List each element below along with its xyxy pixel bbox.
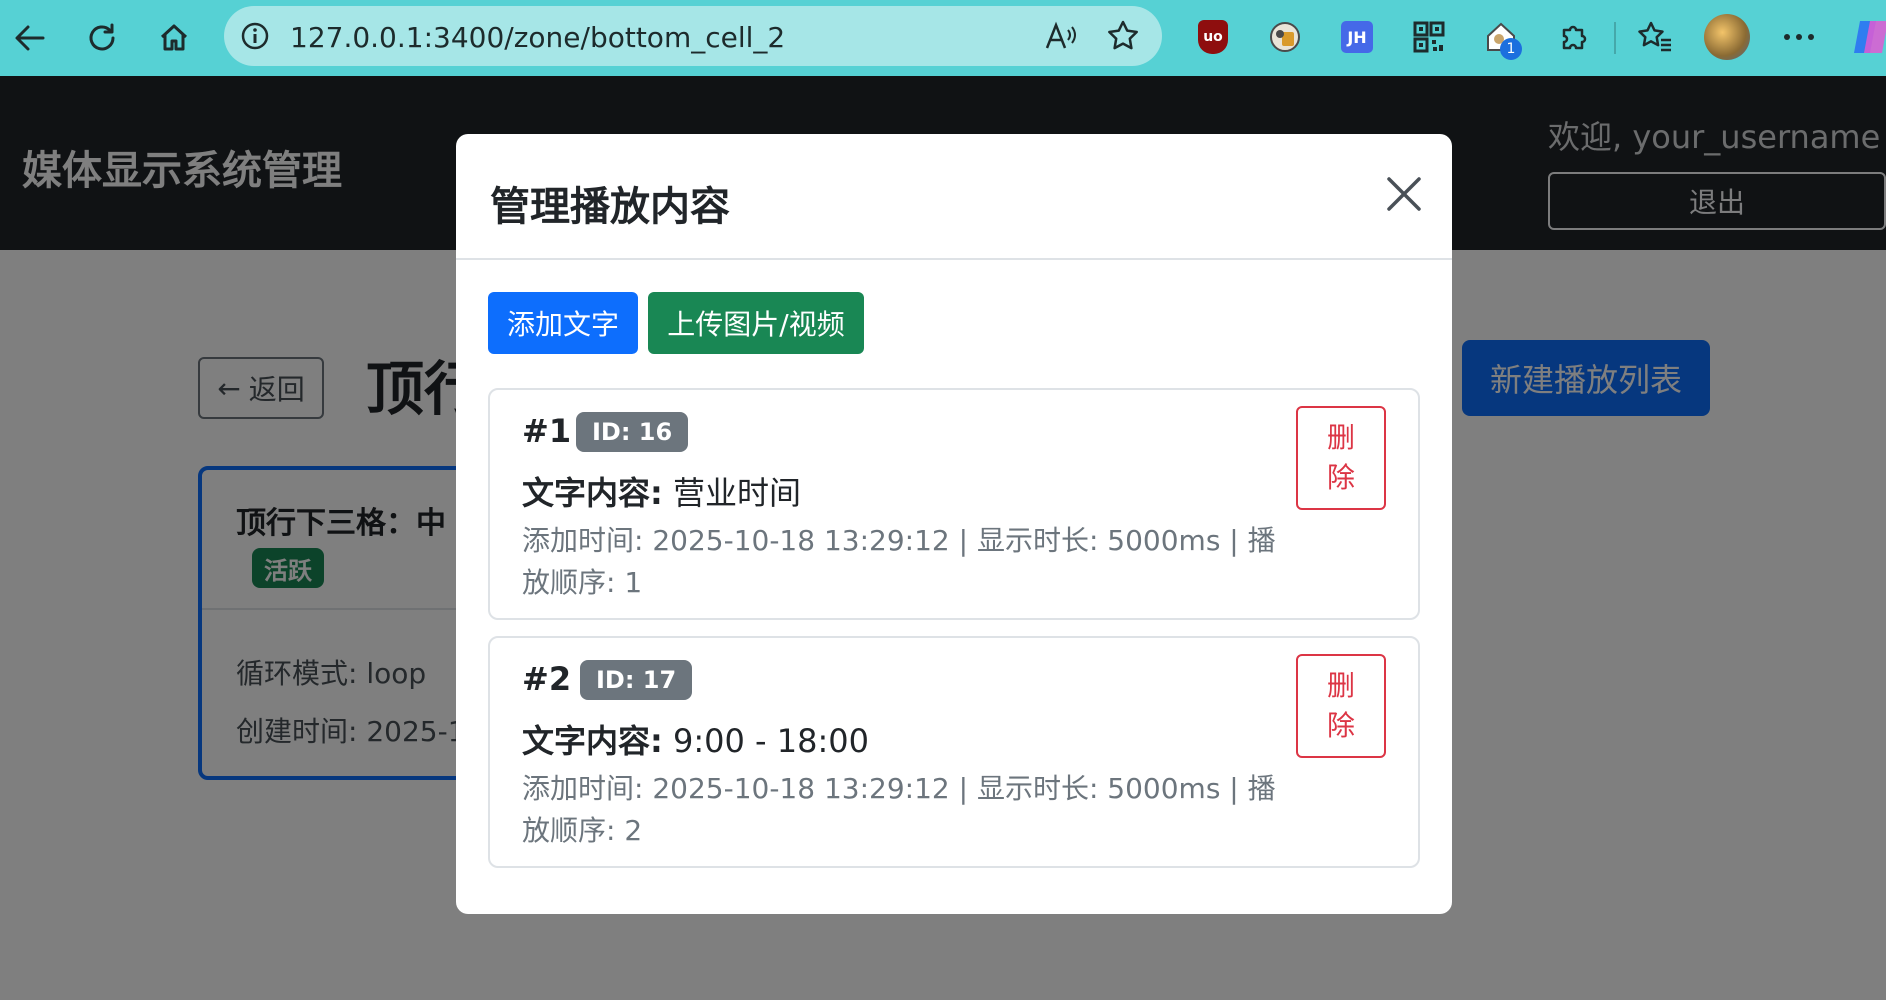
profile-avatar[interactable] [1704, 14, 1750, 60]
browser-toolbar: 127.0.0.1:3400/zone/bottom_cell_2 uo JH … [0, 0, 1886, 76]
item-content-value: 9:00 - 18:00 [672, 722, 869, 760]
item-id-badge: ID: 16 [576, 412, 689, 452]
modal-header-divider [456, 258, 1452, 260]
item-meta: 添加时间: 2025-10-18 13:29:12 | 显示时长: 5000ms… [522, 772, 1276, 847]
close-icon[interactable] [1384, 174, 1424, 214]
jh-label: JH [1341, 21, 1373, 53]
ublock-label: uo [1198, 20, 1228, 54]
more-dots-icon[interactable] [1776, 14, 1822, 60]
extensions-puzzle-icon[interactable] [1550, 14, 1596, 60]
address-bar[interactable]: 127.0.0.1:3400/zone/bottom_cell_2 [224, 6, 1162, 66]
jh-extension-icon[interactable]: JH [1334, 14, 1380, 60]
delete-button[interactable]: 删除 [1296, 406, 1386, 510]
item-meta: 添加时间: 2025-10-18 13:29:12 | 显示时长: 5000ms… [522, 524, 1276, 599]
item-number: #1 [522, 412, 572, 450]
item-id-badge: ID: 17 [580, 660, 693, 700]
url-text: 127.0.0.1:3400/zone/bottom_cell_2 [290, 21, 786, 54]
info-icon[interactable] [238, 19, 272, 53]
add-text-button[interactable]: 添加文字 [488, 292, 638, 354]
password-extension-icon[interactable] [1262, 14, 1308, 60]
home-extension-icon[interactable]: 1 [1478, 14, 1524, 60]
reload-icon[interactable] [78, 14, 126, 62]
ublock-icon[interactable]: uo [1190, 14, 1236, 60]
toolbar-separator [1614, 22, 1616, 54]
item-content: 文字内容: 9:00 - 18:00 [522, 716, 869, 762]
read-aloud-icon[interactable] [1044, 19, 1078, 53]
qr-code-icon[interactable] [1406, 14, 1452, 60]
item-number: #2 [522, 660, 572, 698]
item-content-value: 营业时间 [672, 474, 801, 512]
home-icon[interactable] [150, 14, 198, 62]
back-arrow-icon[interactable] [6, 14, 54, 62]
favorite-star-icon[interactable] [1106, 19, 1140, 53]
content-item: #1 ID: 16 文字内容: 营业时间 添加时间: 2025-10-18 13… [488, 388, 1420, 620]
notification-badge: 1 [1500, 38, 1522, 60]
delete-button[interactable]: 删除 [1296, 654, 1386, 758]
item-content-label: 文字内容: [522, 474, 663, 512]
item-content: 文字内容: 营业时间 [522, 468, 801, 514]
content-item: #2 ID: 17 文字内容: 9:00 - 18:00 添加时间: 2025-… [488, 636, 1420, 868]
favorites-icon[interactable] [1632, 14, 1678, 60]
item-content-label: 文字内容: [522, 722, 663, 760]
upload-media-button[interactable]: 上传图片/视频 [648, 292, 864, 354]
modal-title: 管理播放内容 [490, 184, 730, 230]
manage-content-modal: 管理播放内容 添加文字 上传图片/视频 #1 ID: 16 文字内容: 营业时间… [456, 134, 1452, 914]
copilot-icon[interactable] [1848, 14, 1886, 60]
